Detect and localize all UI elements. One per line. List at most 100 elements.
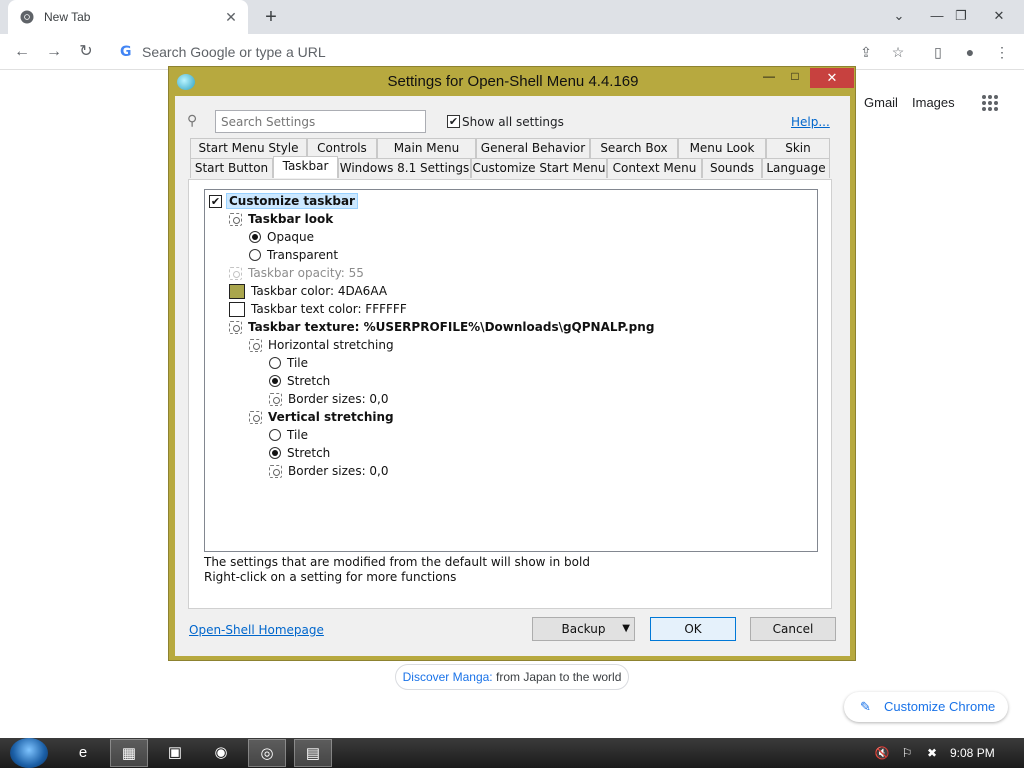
radio-unselected-icon[interactable] xyxy=(249,249,261,261)
spreadsheet-app-icon[interactable]: ▣ xyxy=(156,739,194,767)
action-center-flag-icon[interactable]: ⚐ xyxy=(899,745,915,761)
dialog-maximize-button[interactable]: □ xyxy=(783,69,807,89)
radio-selected-icon[interactable] xyxy=(269,375,281,387)
gmail-link[interactable]: Gmail xyxy=(864,95,898,110)
show-all-settings-checkbox[interactable]: ✔ xyxy=(447,115,460,128)
tree-item-label: Taskbar text color: FFFFFF xyxy=(251,302,407,316)
setting-gear-icon[interactable] xyxy=(229,266,242,280)
share-icon[interactable]: ⇪ xyxy=(854,40,878,64)
tab-close-icon[interactable]: ✕ xyxy=(222,8,240,26)
setting-gear-icon[interactable] xyxy=(249,338,262,352)
tree-item-label: Tile xyxy=(287,428,309,442)
tab-customize-start-menu[interactable]: Customize Start Menu xyxy=(471,158,607,178)
settings-dialog: Settings for Open-Shell Menu 4.4.169 — □… xyxy=(168,66,856,661)
tab-sounds[interactable]: Sounds xyxy=(702,158,762,178)
radio-unselected-icon[interactable] xyxy=(269,357,281,369)
tab-context-menu[interactable]: Context Menu xyxy=(607,158,702,178)
tree-item-label: Border sizes: 0,0 xyxy=(288,464,389,478)
bold-settings-note: The settings that are modified from the … xyxy=(204,555,590,569)
new-tab-button[interactable]: + xyxy=(260,6,282,28)
forward-button[interactable]: → xyxy=(42,40,66,64)
open-shell-settings-taskbar-icon[interactable]: ▤ xyxy=(294,739,332,767)
radio-unselected-icon[interactable] xyxy=(269,429,281,441)
start-button-icon[interactable] xyxy=(10,738,48,768)
profile-avatar-icon[interactable]: ● xyxy=(958,40,982,64)
chrome-menu-icon[interactable]: ⋮ xyxy=(990,40,1014,64)
settings-tree[interactable]: ✔ Customize taskbar Taskbar look Opaque Tran… xyxy=(204,189,818,552)
color-swatch-icon[interactable] xyxy=(229,283,245,299)
tree-item[interactable]: Transparent xyxy=(249,246,338,264)
color-swatch-icon[interactable] xyxy=(229,301,245,317)
tree-item[interactable]: Stretch xyxy=(269,444,330,462)
window-restore-button[interactable]: ❐ xyxy=(946,4,976,28)
tree-item[interactable]: Border sizes: 0,0 xyxy=(269,462,389,480)
bookmark-star-icon[interactable]: ☆ xyxy=(886,40,910,64)
tab-start-button[interactable]: Start Button xyxy=(190,158,273,178)
tree-item[interactable]: Taskbar color: 4DA6AA xyxy=(229,282,387,300)
search-settings-input[interactable] xyxy=(215,110,426,133)
tree-item-label: Stretch xyxy=(287,374,331,388)
file-explorer-icon[interactable]: ▦ xyxy=(110,739,148,767)
tab-start-menu-style[interactable]: Start Menu Style xyxy=(190,138,307,158)
tab-main-menu[interactable]: Main Menu xyxy=(377,138,476,158)
dialog-close-button[interactable]: ✕ xyxy=(810,68,854,88)
setting-gear-icon[interactable] xyxy=(229,212,242,226)
cancel-button[interactable]: Cancel xyxy=(750,617,836,641)
images-link[interactable]: Images xyxy=(912,95,955,110)
tab-controls[interactable]: Controls xyxy=(307,138,377,158)
tab-new-tab[interactable]: New Tab ✕ xyxy=(8,0,248,34)
tree-item[interactable]: Border sizes: 0,0 xyxy=(269,390,389,408)
backup-button[interactable]: Backup ▼ xyxy=(532,617,635,641)
tree-item[interactable]: Taskbar text color: FFFFFF xyxy=(229,300,407,318)
tab-skin[interactable]: Skin xyxy=(766,138,830,158)
network-disconnected-icon[interactable]: ✖ xyxy=(924,745,940,761)
checkbox-icon[interactable]: ✔ xyxy=(209,194,222,208)
omnibox-placeholder: Search Google or type a URL xyxy=(142,44,326,60)
tree-item-label: Taskbar look xyxy=(248,212,334,226)
tree-item[interactable]: Taskbar texture: %USERPROFILE%\Downloads… xyxy=(229,318,654,336)
tab-taskbar[interactable]: Taskbar xyxy=(273,156,338,178)
discover-promo[interactable]: Discover Manga: from Japan to the world xyxy=(395,664,629,690)
right-click-note: Right-click on a setting for more functi… xyxy=(204,570,457,584)
ok-button[interactable]: OK xyxy=(650,617,736,641)
tab-windows-81-settings[interactable]: Windows 8.1 Settings xyxy=(338,158,471,178)
side-panel-icon[interactable]: ▯ xyxy=(926,40,950,64)
help-link[interactable]: Help... xyxy=(791,115,830,129)
tab-general-behavior[interactable]: General Behavior xyxy=(476,138,590,158)
tree-item[interactable]: Horizontal stretching xyxy=(249,336,394,354)
radio-selected-icon[interactable] xyxy=(249,231,261,243)
tab-search-chevron-icon[interactable]: ⌄ xyxy=(884,4,914,28)
tree-item[interactable]: Stretch xyxy=(269,372,330,390)
volume-muted-icon[interactable]: 🔇 xyxy=(874,745,890,761)
tree-item-label: Transparent xyxy=(267,248,339,262)
firefox-icon[interactable]: ◉ xyxy=(202,739,240,767)
tree-item[interactable]: ✔ Customize taskbar xyxy=(209,192,358,210)
setting-gear-icon[interactable] xyxy=(229,320,242,334)
tree-item[interactable]: Tile xyxy=(269,426,308,444)
tree-item[interactable]: Vertical stretching xyxy=(249,408,394,426)
omnibox[interactable]: G Search Google or type a URL xyxy=(110,38,880,66)
internet-explorer-icon[interactable]: e xyxy=(64,739,102,767)
reload-button[interactable]: ↻ xyxy=(74,40,98,64)
tab-language[interactable]: Language xyxy=(762,158,830,178)
dialog-minimize-button[interactable]: — xyxy=(757,69,781,89)
google-apps-icon[interactable] xyxy=(982,95,998,111)
tree-item[interactable]: Tile xyxy=(269,354,308,372)
setting-gear-icon[interactable] xyxy=(269,392,282,406)
back-button[interactable]: ← xyxy=(10,40,34,64)
dialog-client: ⚲ ✔ Show all settings Help... Start Menu… xyxy=(175,96,850,656)
tab-search-box[interactable]: Search Box xyxy=(590,138,678,158)
taskbar-clock[interactable]: 9:08 PM xyxy=(950,746,995,760)
tree-item[interactable]: Opaque xyxy=(249,228,314,246)
window-close-button[interactable]: ✕ xyxy=(984,4,1014,28)
setting-gear-icon[interactable] xyxy=(249,410,262,424)
backup-dropdown-icon[interactable]: ▼ xyxy=(622,618,630,640)
open-shell-homepage-link[interactable]: Open-Shell Homepage xyxy=(189,623,324,637)
customize-chrome-button[interactable]: ✎ Customize Chrome xyxy=(844,692,1008,722)
tab-menu-look[interactable]: Menu Look xyxy=(678,138,766,158)
radio-selected-icon[interactable] xyxy=(269,447,281,459)
tree-item[interactable]: Taskbar opacity: 55 xyxy=(229,264,364,282)
chrome-taskbar-icon[interactable]: ◎ xyxy=(248,739,286,767)
setting-gear-icon[interactable] xyxy=(269,464,282,478)
tree-item[interactable]: Taskbar look xyxy=(229,210,333,228)
